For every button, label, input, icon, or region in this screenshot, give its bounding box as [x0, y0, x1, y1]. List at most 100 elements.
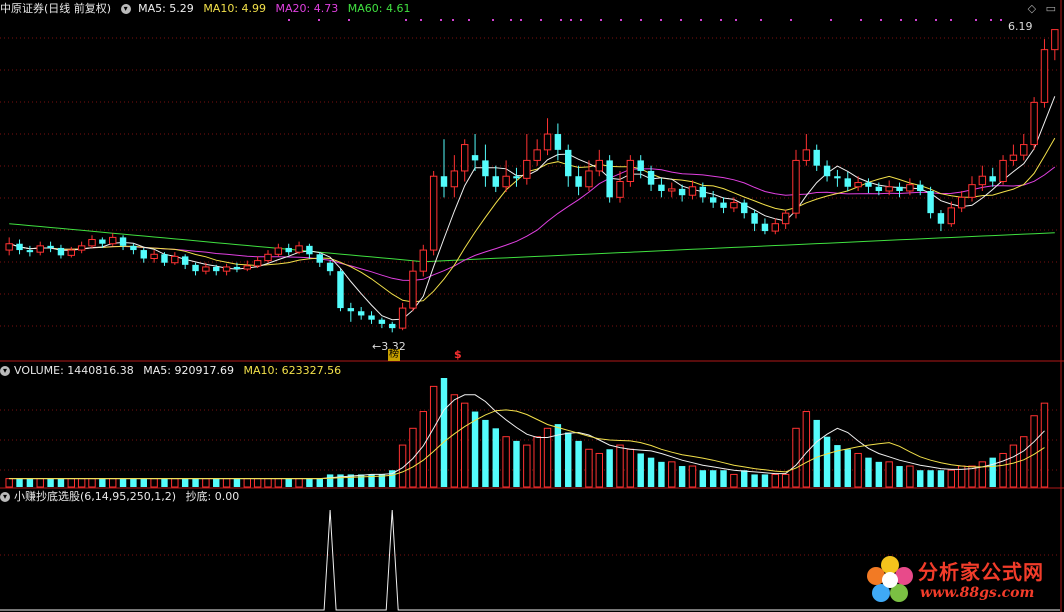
dollar-marker[interactable]: $: [454, 348, 462, 361]
signal-dot: [570, 19, 572, 21]
volume-bar: [119, 478, 127, 487]
chart-canvas[interactable]: [0, 0, 1064, 612]
candle-body: [730, 202, 738, 209]
volume-bar: [585, 448, 593, 488]
candle-body: [347, 308, 355, 312]
candle-body: [150, 253, 158, 260]
candle-body: [357, 311, 365, 316]
volume-bar: [771, 473, 780, 488]
signal-dot: [640, 19, 642, 21]
volume-bar: [16, 478, 23, 487]
volume-bar: [57, 478, 65, 487]
signal-dot: [318, 19, 320, 21]
candle-body: [999, 159, 1007, 183]
candle-body: [802, 149, 811, 161]
candle-body: [471, 155, 479, 161]
candle-body: [543, 133, 552, 151]
candle-body: [140, 250, 147, 259]
signal-dot: [468, 19, 470, 21]
volume-bar: [792, 427, 800, 488]
signal-dot: [880, 19, 882, 21]
flower-logo-icon: [867, 556, 913, 602]
candle-body: [989, 176, 996, 182]
volume-bar: [1030, 415, 1038, 488]
candle-body: [26, 250, 34, 253]
chevron-down-icon[interactable]: ▾: [120, 4, 131, 14]
volume-bar: [865, 457, 872, 487]
indicator-title[interactable]: 小赚抄底选股(6,14,95,250,1,2): [14, 490, 176, 503]
candle-body: [751, 213, 758, 224]
volume-bar: [751, 474, 758, 487]
volume-bar: [36, 478, 44, 488]
candle-body: [844, 178, 851, 187]
candle-body: [937, 213, 945, 224]
stock-title[interactable]: 中原证券(日线 前复权): [0, 2, 111, 15]
volume-bar: [720, 470, 727, 487]
chevron-down-icon[interactable]: ▾: [0, 492, 10, 502]
candle-body: [253, 260, 262, 267]
signal-dot: [405, 19, 407, 21]
indicator-value: 抄底: 0.00: [185, 490, 240, 503]
candle-body: [1051, 29, 1059, 51]
volume-bar: [595, 452, 604, 488]
candle-body: [834, 176, 841, 179]
candle-body: [523, 159, 531, 179]
volume-bar: [678, 466, 686, 487]
volume-bar: [202, 478, 210, 488]
volume-bar: [357, 474, 365, 487]
volume-bar: [978, 461, 987, 488]
candle-body: [720, 202, 727, 208]
volume-bar: [264, 478, 272, 488]
candle-body: [626, 159, 635, 183]
volume-bar: [409, 427, 417, 488]
candle-body: [616, 181, 624, 198]
volume-bar: [233, 478, 241, 487]
volume-bar: [1040, 402, 1049, 488]
candle-body: [233, 266, 241, 270]
rank-marker[interactable]: 榜: [388, 349, 400, 361]
volume-bar: [533, 436, 541, 488]
volume-bar: [192, 478, 199, 487]
candle-body: [968, 184, 976, 198]
volume-bar: [906, 465, 914, 488]
volume-bar: [130, 478, 137, 487]
signal-dot: [540, 19, 542, 21]
candle-body: [637, 160, 644, 171]
signal-dot: [580, 19, 582, 21]
signal-dot: [900, 19, 902, 21]
candle-body: [202, 266, 210, 272]
ma20-readout: MA20: 4.73: [275, 2, 339, 15]
candle-body: [647, 170, 655, 185]
candle-body: [16, 243, 23, 251]
candle-body: [823, 165, 831, 177]
candle-body: [513, 176, 520, 179]
candle-body: [337, 271, 344, 309]
candle-body: [865, 182, 872, 187]
volume-bar: [709, 470, 717, 487]
ma5-readout: MA5: 5.29: [138, 2, 194, 15]
signal-dot: [452, 19, 454, 21]
volume-panel-header: ▾ VOLUME: 1440816.38 MA5: 920917.69 MA10:…: [0, 363, 347, 379]
volume-bar: [99, 478, 106, 487]
volume-bar: [565, 432, 572, 487]
volume-bar: [67, 478, 76, 488]
candle-body: [761, 223, 769, 232]
volume-bar: [781, 473, 790, 488]
candle-body: [585, 170, 593, 188]
candle-body: [378, 319, 386, 324]
signal-dot: [950, 19, 952, 21]
high-price-label: 6.19: [1008, 20, 1033, 33]
volume-bar: [77, 478, 86, 488]
candle-body: [854, 182, 862, 188]
volume-bar: [88, 478, 96, 488]
chevron-down-icon[interactable]: ▾: [0, 366, 10, 376]
expand-icon[interactable]: ▭: [1046, 2, 1056, 15]
candle-body: [389, 323, 396, 329]
diamond-icon[interactable]: ◇: [1028, 2, 1036, 15]
volume-bar: [316, 478, 323, 487]
indicator-panel-header: ▾ 小赚抄底选股(6,14,95,250,1,2) 抄底: 0.00: [0, 489, 245, 505]
signal-dot: [790, 19, 792, 21]
candle-body: [57, 247, 65, 256]
volume-bar: [274, 478, 283, 488]
volume-bar: [253, 478, 262, 488]
